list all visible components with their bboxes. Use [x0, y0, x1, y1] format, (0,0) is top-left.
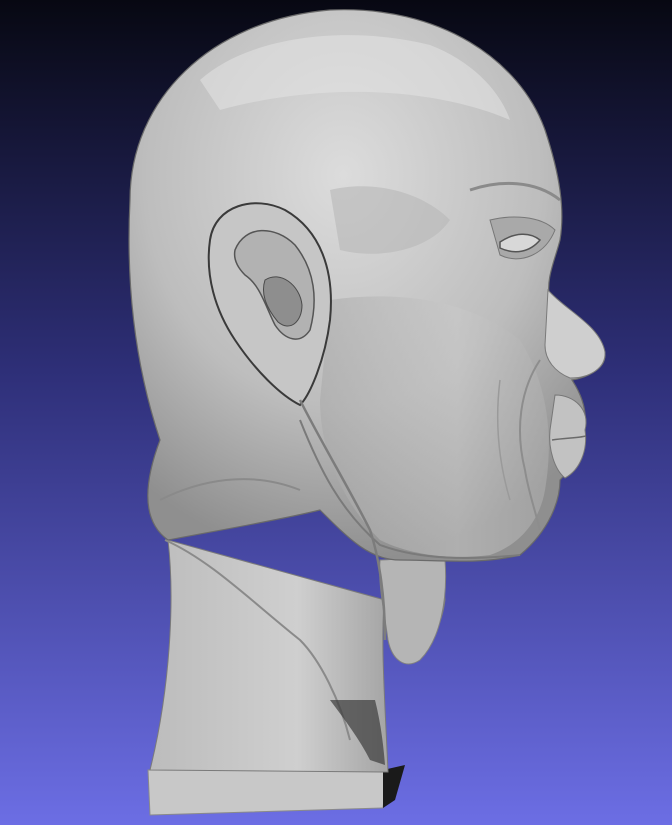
- pedestal-base: [147, 769, 389, 816]
- viewport-canvas[interactable]: [0, 0, 672, 825]
- 3d-viewport[interactable]: [0, 0, 672, 825]
